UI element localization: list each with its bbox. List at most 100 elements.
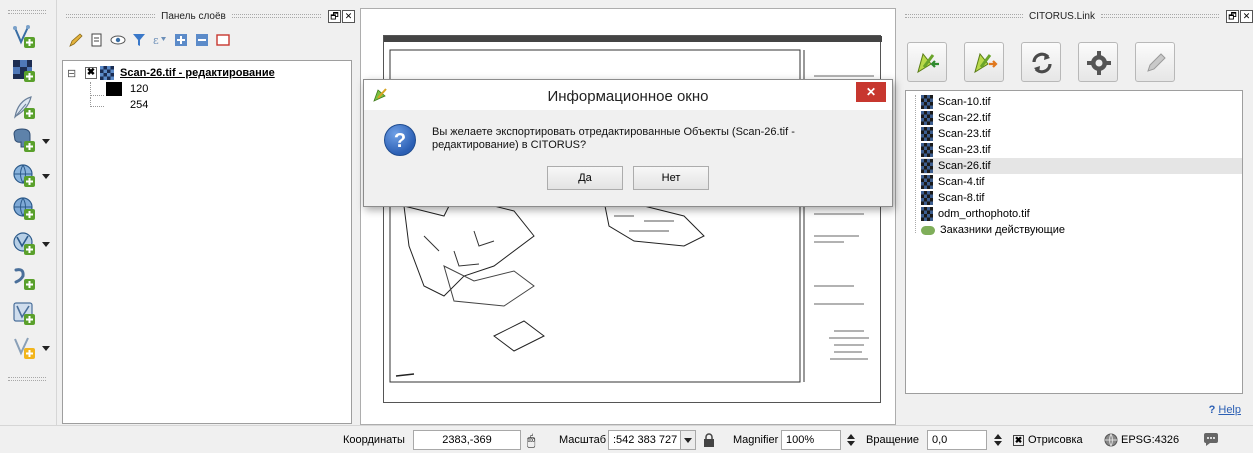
list-item[interactable]: Scan-4.tif (921, 174, 1242, 190)
add-virtual-layer-button[interactable] (10, 299, 50, 329)
legend-value: 254 (130, 99, 149, 111)
raster-icon (921, 175, 933, 189)
layers-panel-titlebar[interactable]: Панель слоёв 🗗 ✕ (60, 6, 355, 26)
polygon-layer-icon (13, 302, 35, 325)
magnifier-field[interactable]: 100% (781, 430, 841, 450)
filter-expression-icon[interactable]: ε (152, 32, 168, 48)
dialog-close-button[interactable]: ✕ (856, 82, 886, 102)
messages-icon[interactable] (1203, 430, 1219, 450)
new-shapefile-layer-button[interactable] (10, 22, 50, 52)
expand-all-icon[interactable] (173, 32, 189, 48)
lock-scale-icon[interactable] (703, 430, 715, 450)
chevron-down-icon[interactable] (42, 174, 50, 179)
add-group-icon[interactable] (89, 32, 105, 48)
raster-icon (921, 95, 933, 109)
add-wfs-layer-button[interactable] (10, 229, 50, 259)
filter-icon[interactable] (131, 32, 147, 48)
chevron-down-icon[interactable] (994, 441, 1002, 446)
dialog-titlebar[interactable]: Информационное окно ✕ (364, 80, 892, 110)
globe-icon (13, 164, 35, 187)
raster-icon (921, 207, 933, 221)
list-item[interactable]: Scan-23.tif (921, 142, 1242, 158)
polygon-layer-icon (921, 225, 935, 235)
close-icon[interactable]: ✕ (1240, 9, 1253, 23)
layer-name[interactable]: Scan-26.tif - редактирование (120, 67, 275, 79)
feather-small-icon (14, 268, 35, 290)
tree-line (915, 95, 916, 233)
export-orange-icon (974, 52, 998, 74)
layer-visibility-checkbox[interactable]: ✖ (85, 67, 97, 79)
magnifier-spinner[interactable] (843, 430, 859, 450)
chevron-down-icon[interactable] (847, 441, 855, 446)
coords-field[interactable]: 2383,-369 (413, 430, 521, 450)
toolbar-grip[interactable] (8, 10, 46, 14)
coords-toggle-mouse-icon[interactable]: 🖱 (527, 430, 535, 450)
gear-icon (1087, 51, 1111, 75)
add-wms-layer-button[interactable] (10, 161, 50, 191)
chevron-down-icon (684, 437, 692, 443)
magnifier-label: Magnifier (733, 434, 779, 446)
legend-swatch-white (106, 98, 122, 112)
no-button[interactable]: Нет (633, 166, 709, 190)
list-item-label: Scan-4.tif (938, 176, 985, 188)
layer-row-scan-26[interactable]: ⊟ ✖ Scan-26.tif - редактирование (67, 65, 275, 81)
chevron-up-icon[interactable] (847, 434, 855, 439)
remove-layer-icon[interactable] (215, 32, 231, 48)
chevron-down-icon[interactable] (42, 346, 50, 351)
status-bar: Координаты 2383,-369 🖱 Масштаб :542 383 … (0, 425, 1253, 453)
close-icon[interactable]: ✕ (342, 9, 355, 23)
toolbar-grip[interactable] (8, 377, 46, 381)
chevron-down-icon[interactable] (42, 242, 50, 247)
list-item-selected[interactable]: Scan-26.tif (921, 158, 1242, 174)
settings-button[interactable] (1078, 42, 1118, 82)
import-button[interactable] (907, 42, 947, 82)
render-checkbox[interactable]: ✖ Отрисовка (1013, 430, 1083, 450)
citorus-panel-titlebar[interactable]: CITORUS.Link 🗗 ✕ (899, 6, 1253, 26)
map-canvas[interactable] (360, 8, 896, 425)
citorus-layer-list[interactable]: Scan-10.tif Scan-22.tif Scan-23.tif Scan… (905, 90, 1243, 394)
edit-pencil-icon[interactable] (68, 32, 84, 48)
list-item[interactable]: odm_orthophoto.tif (921, 206, 1242, 222)
visibility-eye-icon[interactable] (110, 32, 126, 48)
raster-layer-icon (100, 66, 114, 80)
add-delimited-text-layer-button[interactable] (10, 93, 50, 123)
info-dialog: Информационное окно ✕ ? Вы желаете экспо… (363, 79, 893, 207)
dialog-message: Вы желаете экспортировать отредактирован… (432, 126, 795, 151)
list-item[interactable]: Scan-10.tif (921, 94, 1242, 110)
float-icon[interactable]: 🗗 (1226, 9, 1240, 23)
edit-button[interactable] (1135, 42, 1175, 82)
list-item[interactable]: Заказники действующие (921, 222, 1242, 238)
legend-swatch-black (106, 82, 122, 96)
add-postgis-layer-button[interactable] (10, 126, 50, 156)
help-question-mark: ? (1208, 404, 1216, 416)
collapse-all-icon[interactable] (194, 32, 210, 48)
legend-item: 120 (90, 81, 148, 97)
help-link[interactable]: ? Help (1209, 404, 1241, 416)
pencil-disabled-icon (1147, 53, 1166, 72)
refresh-button[interactable] (1021, 42, 1061, 82)
add-spatialite-layer-button[interactable] (10, 264, 50, 294)
rotation-field[interactable]: 0,0 (927, 430, 987, 450)
help-label[interactable]: Help (1218, 404, 1241, 416)
new-temporary-layer-button[interactable] (10, 333, 50, 363)
float-icon[interactable]: 🗗 (328, 9, 341, 23)
list-item[interactable]: Scan-23.tif (921, 126, 1242, 142)
add-wcs-layer-button[interactable] (10, 194, 50, 224)
scale-dropdown-button[interactable] (680, 430, 696, 450)
list-item-label: Scan-23.tif (938, 144, 991, 156)
new-vector-icon (13, 25, 35, 48)
list-item[interactable]: Scan-8.tif (921, 190, 1242, 206)
crs-button[interactable]: EPSG:4326 (1104, 430, 1179, 450)
rotation-spinner[interactable] (990, 430, 1006, 450)
chevron-down-icon[interactable] (42, 139, 50, 144)
yes-button[interactable]: Да (547, 166, 623, 190)
collapse-toggle-icon[interactable]: ⊟ (67, 67, 79, 80)
svg-text:ε: ε (153, 34, 159, 47)
list-item-label: Scan-23.tif (938, 128, 991, 140)
chevron-up-icon[interactable] (994, 434, 1002, 439)
list-item-label: Scan-10.tif (938, 96, 991, 108)
add-raster-layer-button[interactable] (10, 57, 50, 87)
list-item[interactable]: Scan-22.tif (921, 110, 1242, 126)
export-button[interactable] (964, 42, 1004, 82)
legend-value: 120 (130, 83, 149, 95)
